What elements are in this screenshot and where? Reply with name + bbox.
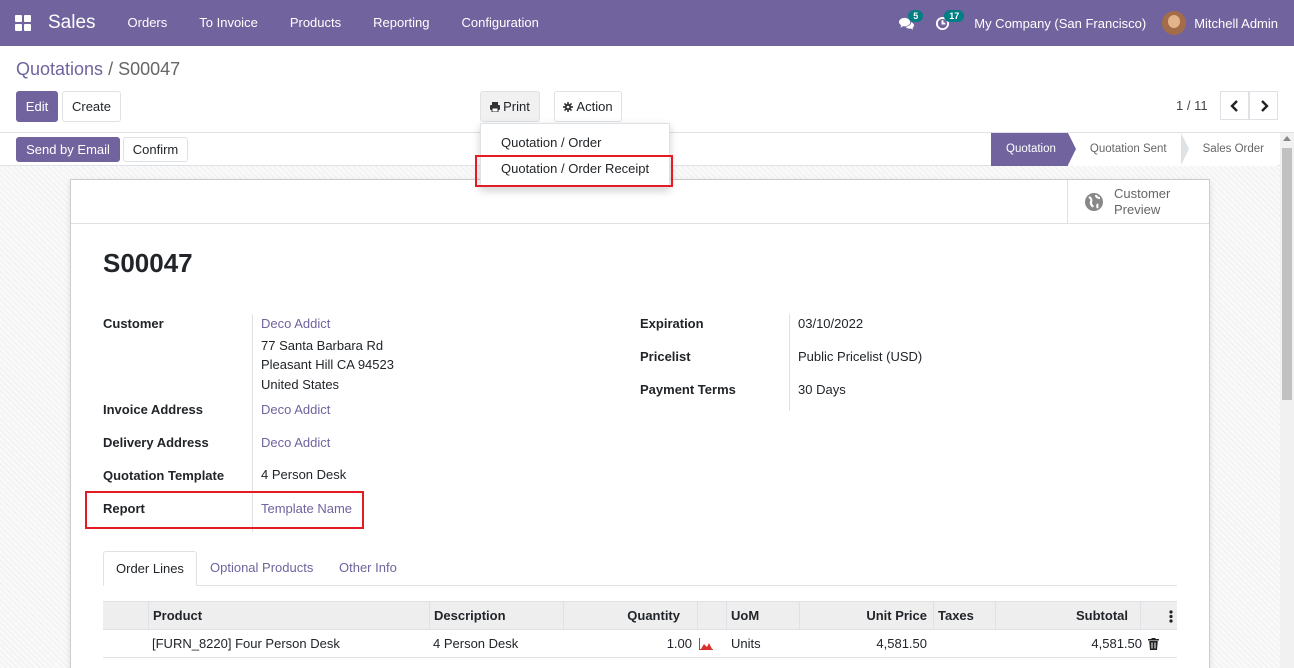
- company-switcher[interactable]: My Company (San Francisco): [960, 16, 1162, 31]
- table-header: Product Description Quantity UoM Unit Pr…: [103, 601, 1177, 630]
- delivery-address-value[interactable]: Deco Addict: [261, 433, 330, 453]
- kebab-menu-icon: [1169, 610, 1173, 623]
- customer-address-line2: Pleasant Hill CA 94523: [261, 357, 394, 372]
- print-label: Print: [503, 99, 530, 114]
- activities-button[interactable]: 17: [924, 0, 965, 46]
- breadcrumb: Quotations / S00047: [16, 59, 180, 80]
- row-uom[interactable]: Units: [731, 630, 761, 658]
- right-group-divider: [789, 314, 790, 411]
- pricelist-label: Pricelist: [640, 349, 691, 364]
- customer-preview-label: Customer Preview: [1114, 186, 1171, 217]
- column-options[interactable]: [1140, 602, 1177, 630]
- left-group-divider: [252, 314, 253, 532]
- scroll-up-icon[interactable]: [1283, 136, 1291, 141]
- forecast-chart-icon[interactable]: [699, 638, 713, 650]
- table-row[interactable]: [FURN_8220] Four Person Desk 4 Person De…: [103, 630, 1177, 658]
- delivery-address-label: Delivery Address: [103, 435, 209, 450]
- status-steps: Quotation Quotation Sent Sales Order: [991, 133, 1278, 166]
- vertical-scrollbar[interactable]: [1280, 133, 1294, 668]
- customer-address-line1: 77 Santa Barbara Rd: [261, 338, 384, 353]
- scrollbar-thumb[interactable]: [1282, 148, 1292, 400]
- column-description[interactable]: Description: [429, 602, 564, 630]
- payment-terms-label: Payment Terms: [640, 382, 736, 397]
- print-dropdown-menu: Quotation / Order Quotation / Order Rece…: [480, 123, 670, 188]
- customer-preview-button[interactable]: Customer Preview: [1067, 180, 1210, 224]
- row-quantity[interactable]: 1.00: [567, 630, 692, 658]
- row-subtotal: 4,581.50: [1091, 636, 1142, 651]
- menu-to-invoice[interactable]: To Invoice: [183, 0, 274, 46]
- customer-value[interactable]: Deco Addict: [261, 314, 330, 334]
- messages-button[interactable]: 5: [888, 0, 924, 46]
- systray: 5 17 My Company (San Francisco) Mitchell…: [888, 0, 1294, 46]
- column-taxes[interactable]: Taxes: [933, 602, 996, 630]
- pager-previous-button[interactable]: [1220, 91, 1249, 120]
- column-unit-price[interactable]: Unit Price: [799, 602, 934, 630]
- menu-products[interactable]: Products: [274, 0, 357, 46]
- tab-order-lines[interactable]: Order Lines: [103, 551, 197, 586]
- report-label: Report: [103, 501, 145, 516]
- report-value[interactable]: Template Name: [261, 499, 352, 519]
- confirm-button[interactable]: Confirm: [123, 137, 188, 162]
- form-sheet: Customer Preview S00047 Customer Deco Ad…: [70, 179, 1210, 668]
- row-description[interactable]: 4 Person Desk: [433, 630, 518, 658]
- pager-value[interactable]: 1 / 11: [1176, 98, 1208, 113]
- action-button[interactable]: Action: [554, 91, 622, 122]
- breadcrumb-separator: /: [108, 59, 114, 79]
- status-step-quotation-sent[interactable]: Quotation Sent: [1067, 133, 1189, 166]
- edit-button[interactable]: Edit: [16, 91, 58, 122]
- pricelist-value[interactable]: Public Pricelist (USD): [798, 347, 922, 367]
- user-name: Mitchell Admin: [1194, 15, 1278, 31]
- breadcrumb-current: S00047: [118, 59, 181, 79]
- pager-next-button[interactable]: [1249, 91, 1278, 120]
- create-button[interactable]: Create: [62, 91, 121, 122]
- menu-orders[interactable]: Orders: [112, 0, 184, 46]
- column-product[interactable]: Product: [148, 602, 430, 630]
- menu-reporting[interactable]: Reporting: [357, 0, 445, 46]
- breadcrumb-quotations[interactable]: Quotations: [16, 59, 103, 79]
- activities-count-badge: 17: [944, 10, 965, 22]
- top-navbar: Sales Orders To Invoice Products Reporti…: [0, 0, 1294, 46]
- column-uom[interactable]: UoM: [726, 602, 800, 630]
- payment-terms-value[interactable]: 30 Days: [798, 380, 846, 400]
- invoice-address-label: Invoice Address: [103, 402, 203, 417]
- record-title: S00047: [103, 248, 193, 278]
- print-icon: [490, 101, 501, 112]
- customer-label: Customer: [103, 316, 164, 331]
- messages-count-badge: 5: [908, 10, 924, 22]
- print-quotation-order-receipt[interactable]: Quotation / Order Receipt: [481, 161, 669, 176]
- column-quantity[interactable]: Quantity: [563, 602, 698, 630]
- control-panel: Quotations / S00047 Edit Create Print Ac…: [0, 46, 1294, 133]
- app-title[interactable]: Sales: [48, 12, 96, 34]
- customer-address-line3: United States: [261, 377, 340, 392]
- chevron-left-icon: [1229, 99, 1238, 112]
- form-view-background: Customer Preview S00047 Customer Deco Ad…: [0, 166, 1280, 668]
- column-subtotal[interactable]: Subtotal: [995, 602, 1141, 630]
- avatar: [1162, 11, 1187, 35]
- chevron-right-icon: [1260, 99, 1269, 112]
- user-menu[interactable]: Mitchell Admin: [1162, 11, 1294, 35]
- row-unit-price[interactable]: 4,581.50: [803, 630, 927, 658]
- invoice-address-value[interactable]: Deco Addict: [261, 400, 330, 420]
- print-quotation-order[interactable]: Quotation / Order: [481, 135, 669, 150]
- tab-other-info[interactable]: Other Info: [327, 551, 409, 586]
- expiration-label: Expiration: [640, 316, 704, 331]
- trash-icon[interactable]: [1148, 638, 1159, 650]
- main-menu: Orders To Invoice Products Reporting Con…: [112, 0, 555, 46]
- notebook-tabs: Order Lines Optional Products Other Info: [103, 551, 1177, 586]
- tab-optional-products[interactable]: Optional Products: [198, 551, 325, 586]
- status-step-sales-order[interactable]: Sales Order: [1180, 133, 1278, 166]
- globe-icon: [1085, 193, 1103, 211]
- menu-configuration[interactable]: Configuration: [446, 0, 555, 46]
- action-label: Action: [576, 99, 613, 114]
- print-button[interactable]: Print: [480, 91, 540, 122]
- quotation-template-label: Quotation Template: [103, 468, 225, 483]
- row-product[interactable]: [FURN_8220] Four Person Desk: [152, 630, 340, 658]
- expiration-value[interactable]: 03/10/2022: [798, 314, 863, 334]
- quotation-template-value[interactable]: 4 Person Desk: [261, 465, 346, 485]
- apps-menu-icon[interactable]: [0, 0, 46, 46]
- column-forecast: [697, 602, 727, 630]
- gear-icon: [563, 101, 574, 112]
- send-by-email-button[interactable]: Send by Email: [16, 137, 120, 162]
- status-step-quotation[interactable]: Quotation: [991, 133, 1076, 166]
